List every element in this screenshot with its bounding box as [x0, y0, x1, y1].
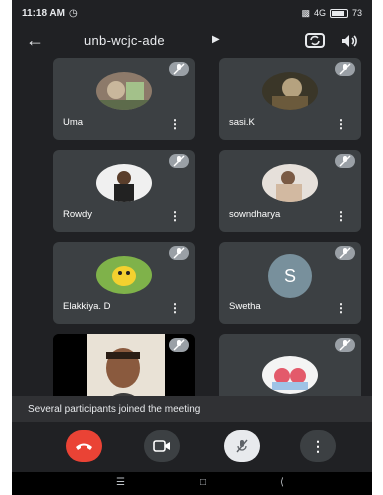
- status-time: 11:18 AM: [22, 7, 65, 19]
- nav-recents-icon[interactable]: ☰: [116, 477, 125, 488]
- status-right: ▩ 4G 73: [301, 8, 362, 19]
- back-arrow-icon[interactable]: ←: [26, 30, 44, 50]
- mic-off-icon: [169, 246, 189, 260]
- alarm-icon: ◷: [68, 7, 78, 19]
- battery-icon: [329, 8, 348, 18]
- participant-avatar: [96, 164, 152, 202]
- participant-avatar: [262, 356, 318, 394]
- camera-toggle-button[interactable]: [144, 430, 180, 462]
- more-options-button[interactable]: ⋮: [300, 430, 336, 462]
- network-label: 4G: [313, 8, 326, 18]
- participant-name: Rowdy: [63, 209, 93, 220]
- mic-off-icon: [335, 246, 355, 260]
- mic-off-icon: [335, 154, 355, 168]
- participant-avatar: [262, 164, 318, 202]
- participant-tile[interactable]: sowndharya ⋮: [219, 150, 361, 232]
- caret-right-icon[interactable]: ▶: [212, 34, 220, 45]
- participant-name: Swetha: [229, 301, 261, 312]
- more-vert-icon[interactable]: ⋮: [335, 302, 347, 314]
- more-vert-icon[interactable]: ⋮: [169, 210, 181, 222]
- mic-off-icon: [236, 439, 248, 453]
- more-vert-icon[interactable]: ⋮: [169, 302, 181, 314]
- mic-off-icon: [169, 62, 189, 76]
- more-vert-icon[interactable]: ⋮: [335, 210, 347, 222]
- more-vert-icon[interactable]: ⋮: [335, 118, 347, 130]
- participant-name: Uma: [63, 117, 84, 128]
- participant-tile[interactable]: [219, 334, 361, 404]
- mic-off-icon: [335, 62, 355, 76]
- mic-off-icon: [169, 154, 189, 168]
- meet-app-screen: 11:18 AM ◷ ▩ 4G 73 ← unb-wcjc-ade ▶ Uma …: [12, 0, 372, 495]
- mic-off-icon: [169, 338, 189, 352]
- participant-avatar: [262, 72, 318, 110]
- end-call-button[interactable]: [66, 430, 102, 462]
- participant-tile[interactable]: Elakkiya. D ⋮: [53, 242, 195, 324]
- participant-name: sasi.K: [229, 117, 255, 128]
- participant-name: Elakkiya. D: [63, 301, 111, 312]
- status-bar: 11:18 AM ◷ ▩ 4G 73: [12, 0, 372, 26]
- participant-initial-avatar: S: [268, 254, 312, 298]
- nav-back-icon[interactable]: ⟨: [280, 477, 284, 488]
- mic-toggle-button[interactable]: [224, 430, 260, 462]
- camera-icon: [153, 440, 170, 452]
- call-controls: ⋮: [12, 422, 372, 472]
- system-nav-bar: ☰ □ ⟨: [12, 472, 372, 495]
- participant-tile[interactable]: S Swetha ⋮: [219, 242, 361, 324]
- more-vert-icon[interactable]: ⋮: [169, 118, 181, 130]
- meeting-header: ← unb-wcjc-ade ▶: [12, 26, 372, 56]
- meeting-code[interactable]: unb-wcjc-ade: [84, 33, 165, 48]
- notification-toast: Several participants joined the meeting: [12, 396, 372, 422]
- battery-label: 73: [351, 8, 362, 18]
- mic-off-icon: [335, 338, 355, 352]
- participant-name: sowndharya: [229, 209, 281, 220]
- participant-tile[interactable]: Uma ⋮: [53, 58, 195, 140]
- more-options-icon: ⋮: [311, 437, 325, 454]
- participant-tile[interactable]: sasi.K ⋮: [219, 58, 361, 140]
- participant-avatar: [96, 72, 152, 110]
- end-call-icon: [76, 443, 92, 450]
- toast-message: Several participants joined the meeting: [28, 404, 201, 415]
- switch-camera-icon[interactable]: [304, 30, 326, 50]
- signal-icon: ▩: [301, 7, 310, 18]
- participant-avatar: [96, 256, 152, 294]
- participant-tile[interactable]: Rowdy ⋮: [53, 150, 195, 232]
- speaker-icon[interactable]: [340, 32, 358, 50]
- nav-home-icon[interactable]: □: [200, 477, 206, 488]
- participant-video-tile[interactable]: [53, 334, 195, 404]
